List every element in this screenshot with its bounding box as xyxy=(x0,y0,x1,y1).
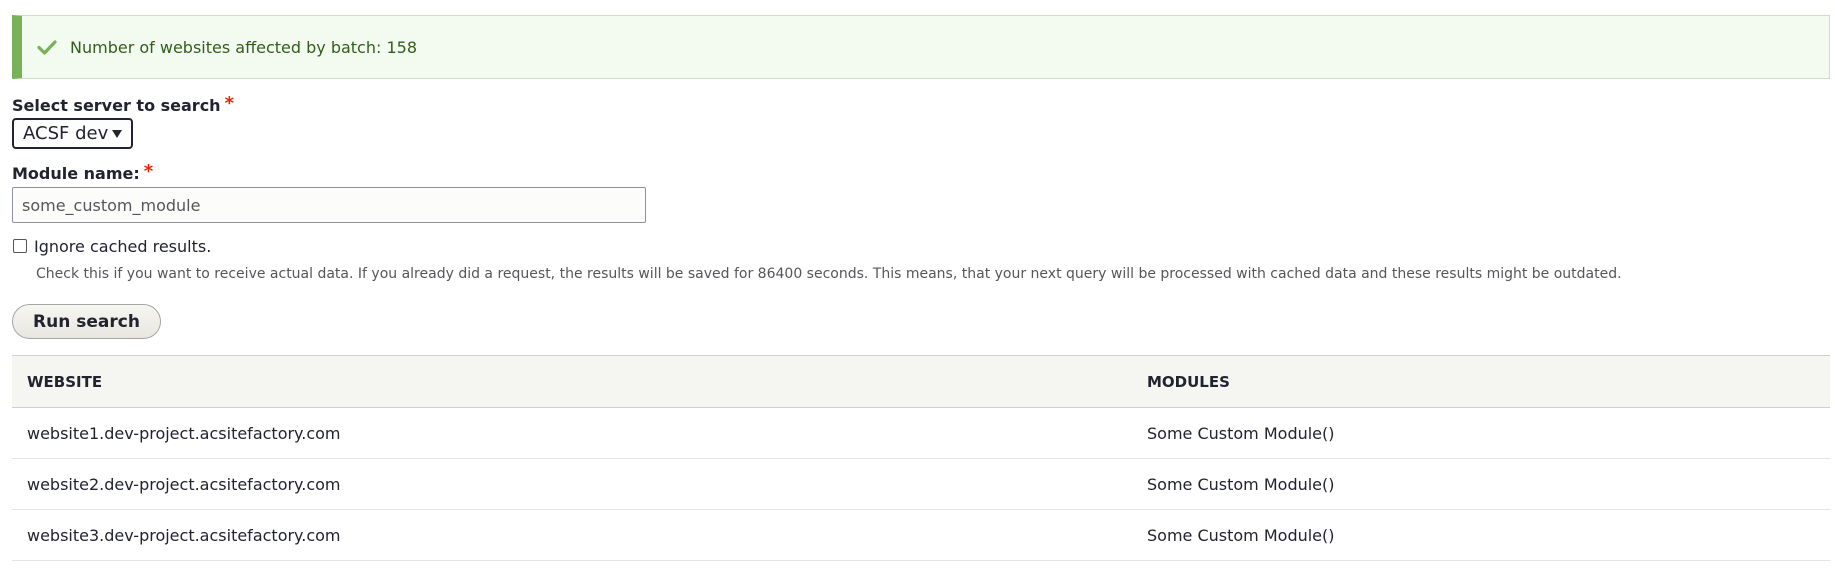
modules-cell: Some Custom Module() xyxy=(1132,509,1830,561)
ignore-cache-label[interactable]: Ignore cached results. xyxy=(34,237,211,256)
server-select-label: Select server to search * xyxy=(12,93,234,115)
modules-cell: Some Custom Module() xyxy=(1132,407,1830,459)
column-header-website[interactable]: WEBSITE xyxy=(12,355,1132,408)
dropdown-arrow-icon xyxy=(112,130,122,138)
check-icon xyxy=(36,36,58,58)
server-select-label-text: Select server to search xyxy=(12,96,221,115)
status-message-text: Number of websites affected by batch: 15… xyxy=(70,37,417,57)
required-marker: * xyxy=(143,161,154,182)
table-row: website1.dev-project.acsitefactory.com S… xyxy=(12,407,1830,459)
table-header-row: WEBSITE MODULES xyxy=(12,355,1830,408)
table-row: website2.dev-project.acsitefactory.com S… xyxy=(12,458,1830,510)
server-select-value: ACSF dev xyxy=(23,123,109,144)
status-message: Number of websites affected by batch: 15… xyxy=(12,15,1830,79)
server-select[interactable]: ACSF dev xyxy=(12,118,133,149)
module-name-input[interactable]: some_custom_module xyxy=(12,187,646,223)
modules-cell: Some Custom Module() xyxy=(1132,458,1830,510)
module-name-label-text: Module name: xyxy=(12,164,140,183)
ignore-cache-description: Check this if you want to receive actual… xyxy=(36,266,1622,282)
column-header-modules[interactable]: MODULES xyxy=(1132,355,1830,408)
table-row: website3.dev-project.acsitefactory.com S… xyxy=(12,509,1830,561)
website-cell: website1.dev-project.acsitefactory.com xyxy=(12,407,1132,459)
module-name-label: Module name: * xyxy=(12,161,153,183)
ignore-cache-checkbox[interactable] xyxy=(13,239,27,253)
run-search-button[interactable]: Run search xyxy=(12,304,161,339)
module-name-input-value: some_custom_module xyxy=(22,195,201,215)
required-marker: * xyxy=(224,93,234,114)
website-cell: website2.dev-project.acsitefactory.com xyxy=(12,458,1132,510)
results-table: WEBSITE MODULES website1.dev-project.acs… xyxy=(12,355,1830,561)
website-cell: website3.dev-project.acsitefactory.com xyxy=(12,509,1132,561)
